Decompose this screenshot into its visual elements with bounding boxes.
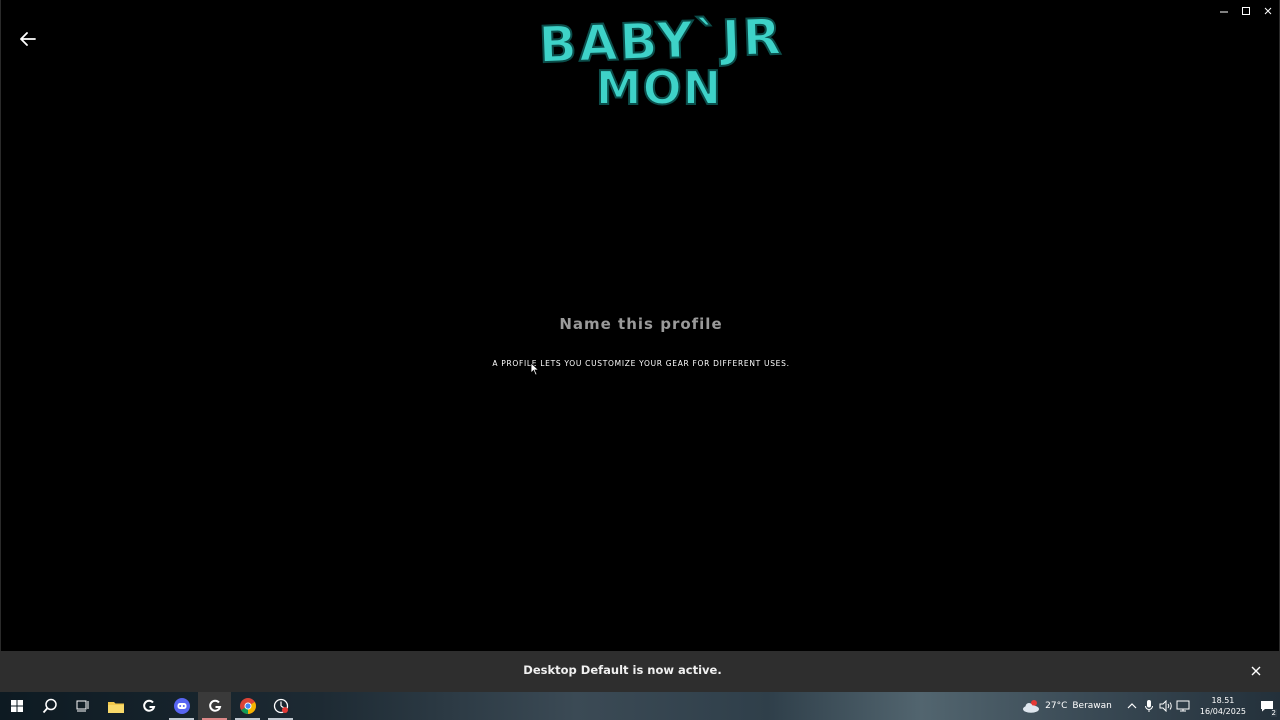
- task-view-button[interactable]: [66, 692, 99, 720]
- clock-date: 16/04/2025: [1199, 707, 1246, 716]
- cloudy-weather-icon: [1023, 700, 1040, 713]
- arrow-left-icon: [20, 32, 36, 46]
- recorder-app-button[interactable]: [264, 692, 297, 720]
- svg-text:MON: MON: [596, 61, 722, 110]
- profile-title: Name this profile: [559, 315, 723, 333]
- clock-time: 18.51: [1211, 696, 1235, 705]
- speaker-icon: [1159, 700, 1173, 712]
- discord-icon: [173, 698, 190, 714]
- network-button[interactable]: [1175, 698, 1191, 714]
- weather-condition: Berawan: [1072, 701, 1112, 711]
- chevron-up-icon: [1127, 703, 1137, 709]
- taskbar-clock[interactable]: 18.51 16/04/2025: [1200, 695, 1246, 717]
- window-controls: [1213, 0, 1279, 22]
- chrome-icon: [239, 698, 256, 714]
- baby-jr-mon-logo: BABY`JR MON: [537, 7, 785, 110]
- folder-icon: [107, 701, 124, 713]
- g-hub-app-button[interactable]: [132, 692, 165, 720]
- maximize-button[interactable]: [1235, 0, 1257, 22]
- weather-widget[interactable]: 27°C Berawan: [1022, 699, 1112, 713]
- action-center-button[interactable]: 2: [1254, 692, 1280, 720]
- show-hidden-icons-button[interactable]: [1124, 698, 1140, 714]
- notification-count: 2: [1270, 709, 1277, 717]
- logitech-g-icon: [208, 699, 221, 712]
- windows-start-icon: [10, 700, 23, 712]
- chrome-app-button[interactable]: [231, 692, 264, 720]
- close-icon: [1264, 7, 1272, 15]
- minimize-icon: [1220, 11, 1228, 13]
- minimize-button[interactable]: [1213, 0, 1235, 22]
- close-icon: [1251, 666, 1261, 676]
- weather-temp: 27°C: [1045, 701, 1068, 711]
- profile-subtitle: A PROFILE LETS YOU CUSTOMIZE YOUR GEAR F…: [492, 359, 790, 368]
- network-icon: [1176, 700, 1190, 712]
- g-hub-window: BABY`JR MON Name this profile A PROFILE …: [0, 0, 1280, 651]
- discord-app-button[interactable]: [165, 692, 198, 720]
- microphone-button[interactable]: [1141, 698, 1157, 714]
- toast-message: Desktop Default is now active.: [523, 663, 722, 677]
- maximize-icon: [1242, 7, 1250, 15]
- start-button[interactable]: [0, 692, 33, 720]
- file-explorer-button[interactable]: [99, 692, 132, 720]
- search-icon: [42, 698, 57, 714]
- toast-close-button[interactable]: [1248, 663, 1264, 679]
- g-hub-active-button[interactable]: [198, 692, 231, 720]
- volume-button[interactable]: [1158, 698, 1174, 714]
- notification-toast: Desktop Default is now active.: [0, 651, 1280, 692]
- task-view-icon: [76, 700, 88, 712]
- back-button[interactable]: [15, 26, 41, 52]
- logitech-g-icon: [142, 699, 155, 712]
- mouse-cursor-icon: [530, 362, 540, 376]
- recorder-icon: [273, 698, 288, 714]
- windows-taskbar: 27°C Berawan 18.51 16/04/2025 2: [0, 692, 1280, 720]
- taskbar-search-button[interactable]: [33, 692, 66, 720]
- close-window-button[interactable]: [1257, 0, 1279, 22]
- microphone-icon: [1145, 700, 1154, 712]
